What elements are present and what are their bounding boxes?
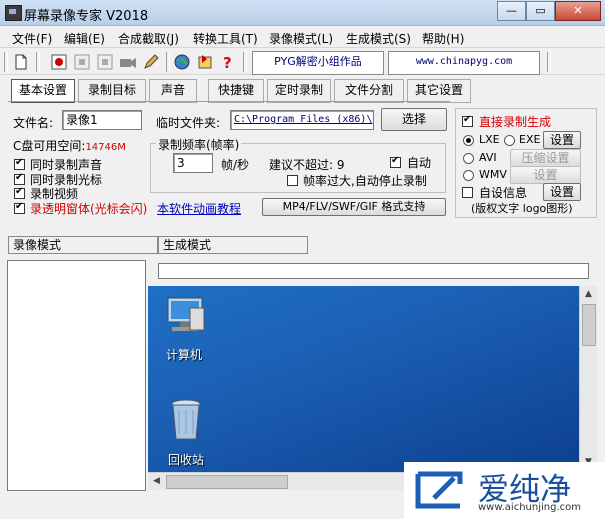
minimize-button[interactable]: —	[497, 1, 526, 21]
toolbar-separator	[4, 52, 8, 72]
disk-space-text: C盘可用空间:	[13, 139, 86, 153]
generate-mode-tab[interactable]: 生成模式	[158, 236, 308, 254]
svg-text:?: ?	[223, 54, 232, 71]
disk-space-value: 14746M	[85, 142, 126, 153]
exe-settings-button[interactable]: 设置	[543, 131, 581, 149]
recycle-bin-label: 回收站	[168, 453, 205, 467]
menu-bar: 文件(F) 编辑(E) 合成截取(J) 转换工具(T) 录像模式(L) 生成模式…	[0, 27, 605, 47]
animation-tutorial-link[interactable]: 本软件动画教程	[157, 200, 241, 217]
globe-icon[interactable]	[173, 53, 191, 71]
pause-icon[interactable]	[73, 53, 91, 71]
pyg-banner: PYG解密小组作品	[252, 51, 384, 75]
record-icon[interactable]	[50, 53, 68, 71]
title-bar: 屏幕录像专家 V2018 — ▭ ✕	[0, 0, 605, 26]
compress-settings-button[interactable]: 压缩设置	[510, 149, 581, 167]
framerate-input[interactable]: 3	[173, 153, 213, 173]
filename-label: 文件名:	[13, 116, 54, 130]
record-transparent-label: 录透明窗体(光标会闪)	[30, 202, 148, 216]
framerate-suggest: 建议不超过: 9	[269, 158, 345, 172]
watermark-logo-icon	[412, 468, 472, 512]
menu-edit[interactable]: 编辑(E)	[64, 30, 105, 47]
tab-target[interactable]: 录制目标	[78, 79, 146, 103]
camera-icon[interactable]	[119, 53, 137, 71]
exe-radio[interactable]	[504, 135, 515, 146]
record-sound-checkbox[interactable]	[14, 157, 25, 170]
custom-info-note: (版权文字 logo图形)	[471, 202, 573, 215]
window-title: 屏幕录像专家 V2018	[24, 9, 149, 24]
framerate-title: 录制频率(帧率)	[156, 136, 242, 153]
computer-icon	[162, 294, 208, 338]
tab-divider	[8, 101, 450, 102]
record-cursor-checkbox[interactable]	[14, 172, 25, 185]
menu-record-mode[interactable]: 录像模式(L)	[269, 30, 333, 47]
filename-input[interactable]: 录像1	[62, 110, 142, 130]
disk-space-label: C盘可用空间:14746M	[13, 137, 126, 154]
custom-info-settings-button[interactable]: 设置	[543, 183, 581, 201]
record-video-checkbox[interactable]	[14, 186, 25, 199]
watermark-url: www.aichunjing.com	[478, 502, 581, 513]
menu-help[interactable]: 帮助(H)	[422, 30, 464, 47]
custom-info-checkbox[interactable]	[462, 187, 473, 198]
pen-icon[interactable]	[142, 53, 160, 71]
tab-hotkey[interactable]: 快捷键	[208, 79, 264, 103]
maximize-button[interactable]: ▭	[526, 1, 555, 21]
tab-split[interactable]: 文件分割	[334, 79, 404, 103]
toolbar-separator	[547, 52, 551, 72]
tab-timer[interactable]: 定时录制	[267, 79, 331, 103]
tab-sound[interactable]: 声音	[149, 79, 197, 103]
toolbar-separator	[243, 52, 247, 72]
close-button[interactable]: ✕	[555, 1, 601, 21]
wmv-radio[interactable]	[463, 170, 474, 181]
computer-icon-label: 计算机	[166, 348, 203, 362]
tab-other[interactable]: 其它设置	[407, 79, 471, 103]
toolbar-separator	[36, 52, 40, 72]
vertical-scrollbar[interactable]: ▲ ▼	[579, 286, 597, 472]
record-mode-tab[interactable]: 录像模式	[8, 236, 158, 254]
stop-icon[interactable]	[96, 53, 114, 71]
auto-framerate-label: 自动	[407, 156, 432, 170]
export-icon[interactable]	[196, 53, 214, 71]
menu-compose[interactable]: 合成截取(J)	[118, 30, 179, 47]
file-list-pane[interactable]	[7, 260, 146, 491]
preview-desktop: 计算机 回收站	[148, 286, 579, 472]
url-banner: www.chinapyg.com	[388, 51, 540, 75]
site-watermark: 爱纯净 www.aichunjing.com	[404, 462, 605, 519]
choose-folder-button[interactable]: 选择	[381, 108, 447, 131]
horizontal-scroll-thumb[interactable]	[166, 475, 288, 489]
help-icon[interactable]: ?	[219, 53, 237, 72]
tab-basic[interactable]: 基本设置	[11, 79, 75, 103]
auto-framerate-checkbox[interactable]	[390, 155, 401, 168]
framerate-unit: 帧/秒	[221, 158, 250, 172]
wmv-settings-button[interactable]: 设置	[510, 166, 581, 184]
menu-convert[interactable]: 转换工具(T)	[193, 30, 258, 47]
auto-stop-checkbox[interactable]	[287, 175, 298, 186]
wmv-label: WMV	[479, 168, 507, 181]
lxe-label: LXE	[479, 133, 500, 146]
custom-info-label: 自设信息	[479, 186, 528, 200]
record-transparent-checkbox[interactable]	[14, 201, 25, 214]
avi-label: AVI	[479, 151, 497, 164]
avi-radio[interactable]	[463, 153, 474, 164]
progress-track[interactable]	[158, 263, 589, 279]
menu-generate-mode[interactable]: 生成模式(S)	[346, 30, 411, 47]
new-file-icon[interactable]	[12, 53, 30, 71]
vertical-scroll-thumb[interactable]	[582, 304, 596, 346]
tempdir-label: 临时文件夹:	[156, 116, 221, 130]
auto-stop-label: 帧率过大,自动停止录制	[303, 174, 427, 188]
tempdir-input[interactable]: C:\Program Files (x86)\	[230, 110, 374, 130]
menu-file[interactable]: 文件(F)	[12, 30, 52, 47]
exe-label: EXE	[519, 133, 541, 146]
toolbar-separator	[166, 52, 170, 72]
scroll-left-icon[interactable]: ◀	[149, 474, 164, 489]
scroll-up-icon[interactable]: ▲	[581, 287, 596, 302]
direct-generate-checkbox[interactable]	[462, 114, 473, 127]
toolbar: ? PYG解密小组作品 www.chinapyg.com	[0, 47, 605, 75]
format-support-button[interactable]: MP4/FLV/SWF/GIF 格式支持	[262, 198, 446, 216]
direct-generate-label: 直接录制生成	[479, 115, 552, 129]
recycle-bin-icon	[168, 398, 204, 444]
lxe-radio[interactable]	[463, 135, 474, 146]
app-icon	[5, 5, 22, 21]
